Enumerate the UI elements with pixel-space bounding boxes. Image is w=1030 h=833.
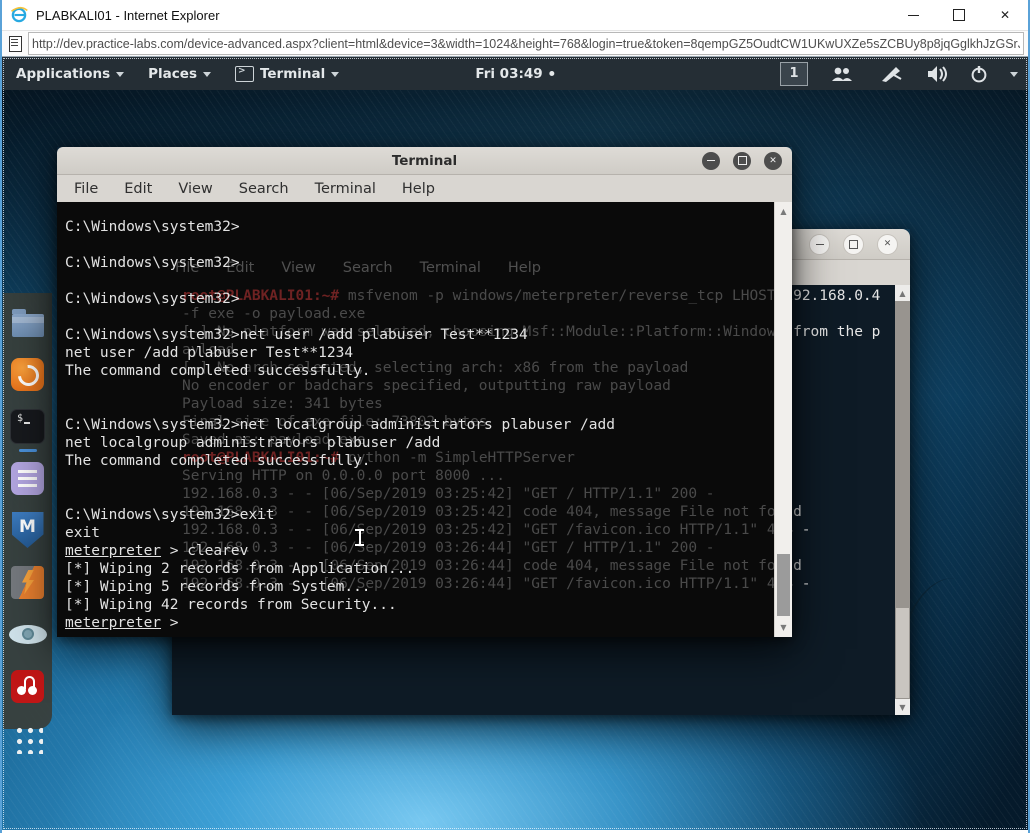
clock[interactable]: Fri 03:49 (475, 57, 554, 90)
terminal-line (65, 272, 615, 290)
eye-icon[interactable] (9, 615, 47, 653)
menu-item-edit[interactable]: Edit (111, 181, 165, 197)
gedit-icon[interactable] (9, 459, 47, 497)
chevron-down-icon (203, 72, 211, 77)
ie-titlebar: PLABKALI01 - Internet Explorer (2, 0, 1028, 30)
firefox-icon[interactable] (9, 355, 47, 393)
power-icon[interactable] (970, 65, 988, 83)
chevron-down-icon (116, 72, 124, 77)
terminal-line: C:\Windows\system32>net user /add plabus… (65, 326, 615, 344)
running-indicator (19, 449, 37, 452)
address-bar (2, 30, 1028, 57)
terminal-line: meterpreter > clearev (65, 542, 615, 560)
terminal-line: [*] Wiping 42 records from Security... (65, 596, 615, 614)
close-button[interactable] (764, 152, 782, 170)
minimize-button[interactable] (890, 0, 936, 30)
terminal-line: C:\Windows\system32>exit (65, 506, 615, 524)
users-icon[interactable] (830, 66, 854, 82)
metasploit-icon[interactable] (9, 511, 47, 549)
terminal-line: net user /add plabuser Test**1234 (65, 344, 615, 362)
scrollbar[interactable] (895, 285, 910, 715)
active-app-menu[interactable]: Terminal (223, 57, 351, 90)
chevron-down-icon (331, 72, 339, 77)
terminal-output[interactable]: FileEditViewSearchTerminalHelp root@PLAB… (57, 202, 792, 637)
terminal-line: [*] Wiping 2 records from Application... (65, 560, 615, 578)
terminal-line (65, 398, 615, 416)
menu-item-search[interactable]: Search (226, 181, 302, 197)
terminal-line: [*] Wiping 5 records from System... (65, 578, 615, 596)
scrollbar-thumb[interactable] (777, 554, 790, 616)
favorites-dock (3, 293, 52, 729)
pen-input-icon[interactable] (880, 65, 902, 83)
internet-explorer-icon (10, 6, 28, 24)
terminal-line (65, 380, 615, 398)
terminal-line: The command completed successfully. (65, 452, 615, 470)
terminal-window[interactable]: Terminal FileEditViewSearchTerminalHelp … (57, 147, 792, 637)
terminal-menubar: FileEditViewSearchTerminalHelp (57, 175, 792, 204)
menu-item-terminal[interactable]: Terminal (302, 181, 389, 197)
volume-icon[interactable] (926, 65, 948, 83)
burpsuite-icon[interactable] (9, 563, 47, 601)
terminal-line (65, 470, 615, 488)
terminal-titlebar[interactable]: Terminal (57, 147, 792, 175)
terminal-line: net localgroup administrators plabuser /… (65, 434, 615, 452)
scroll-down-icon[interactable] (895, 699, 910, 715)
close-button[interactable] (982, 0, 1028, 30)
maximize-button[interactable] (936, 0, 982, 30)
close-button[interactable] (877, 234, 898, 255)
remote-desktop[interactable]: Applications Places Terminal Fri 03:49 1 (2, 57, 1028, 830)
scroll-down-icon[interactable] (775, 620, 792, 635)
show-applications-icon[interactable] (9, 719, 47, 757)
places-menu[interactable]: Places (136, 57, 223, 90)
terminal-line (65, 236, 615, 254)
scrollbar[interactable] (774, 202, 792, 637)
terminal-line: C:\Windows\system32> (65, 290, 615, 308)
terminal-line: C:\Windows\system32>net localgroup admin… (65, 416, 615, 434)
menu-item-view[interactable]: View (165, 181, 225, 197)
minimize-button[interactable] (702, 152, 720, 170)
chevron-down-icon[interactable] (1010, 72, 1018, 77)
gnome-topbar: Applications Places Terminal Fri 03:49 1 (2, 57, 1028, 90)
minimize-button[interactable] (809, 234, 830, 255)
terminal-icon (235, 66, 254, 82)
terminal-line (65, 488, 615, 506)
files-icon[interactable] (9, 303, 47, 341)
maximize-button[interactable] (733, 152, 751, 170)
ie-window: PLABKALI01 - Internet Explorer Applicati… (0, 0, 1030, 833)
terminal-line: C:\Windows\system32> (65, 254, 615, 272)
applications-menu[interactable]: Applications (2, 57, 136, 90)
scrollbar-thumb[interactable] (896, 608, 909, 698)
menu-item-help[interactable]: Help (389, 181, 448, 197)
window-title: PLABKALI01 - Internet Explorer (36, 8, 220, 23)
cherrytree-icon[interactable] (9, 667, 47, 705)
scroll-up-icon[interactable] (775, 204, 792, 219)
terminal-line: The command completed successfully. (65, 362, 615, 380)
maximize-button[interactable] (843, 234, 864, 255)
page-icon (9, 36, 22, 52)
terminal-line: C:\Windows\system32> (65, 218, 615, 236)
terminal-icon[interactable] (9, 407, 47, 445)
terminal-title: Terminal (392, 153, 457, 169)
menu-item-file[interactable]: File (61, 181, 111, 197)
terminal-line: exit (65, 524, 615, 542)
scroll-up-icon[interactable] (895, 285, 910, 301)
notification-dot-icon (550, 71, 555, 76)
workspace-indicator[interactable]: 1 (780, 62, 808, 86)
terminal-line (65, 308, 615, 326)
terminal-line: meterpreter > (65, 614, 615, 632)
address-input[interactable] (28, 32, 1024, 55)
